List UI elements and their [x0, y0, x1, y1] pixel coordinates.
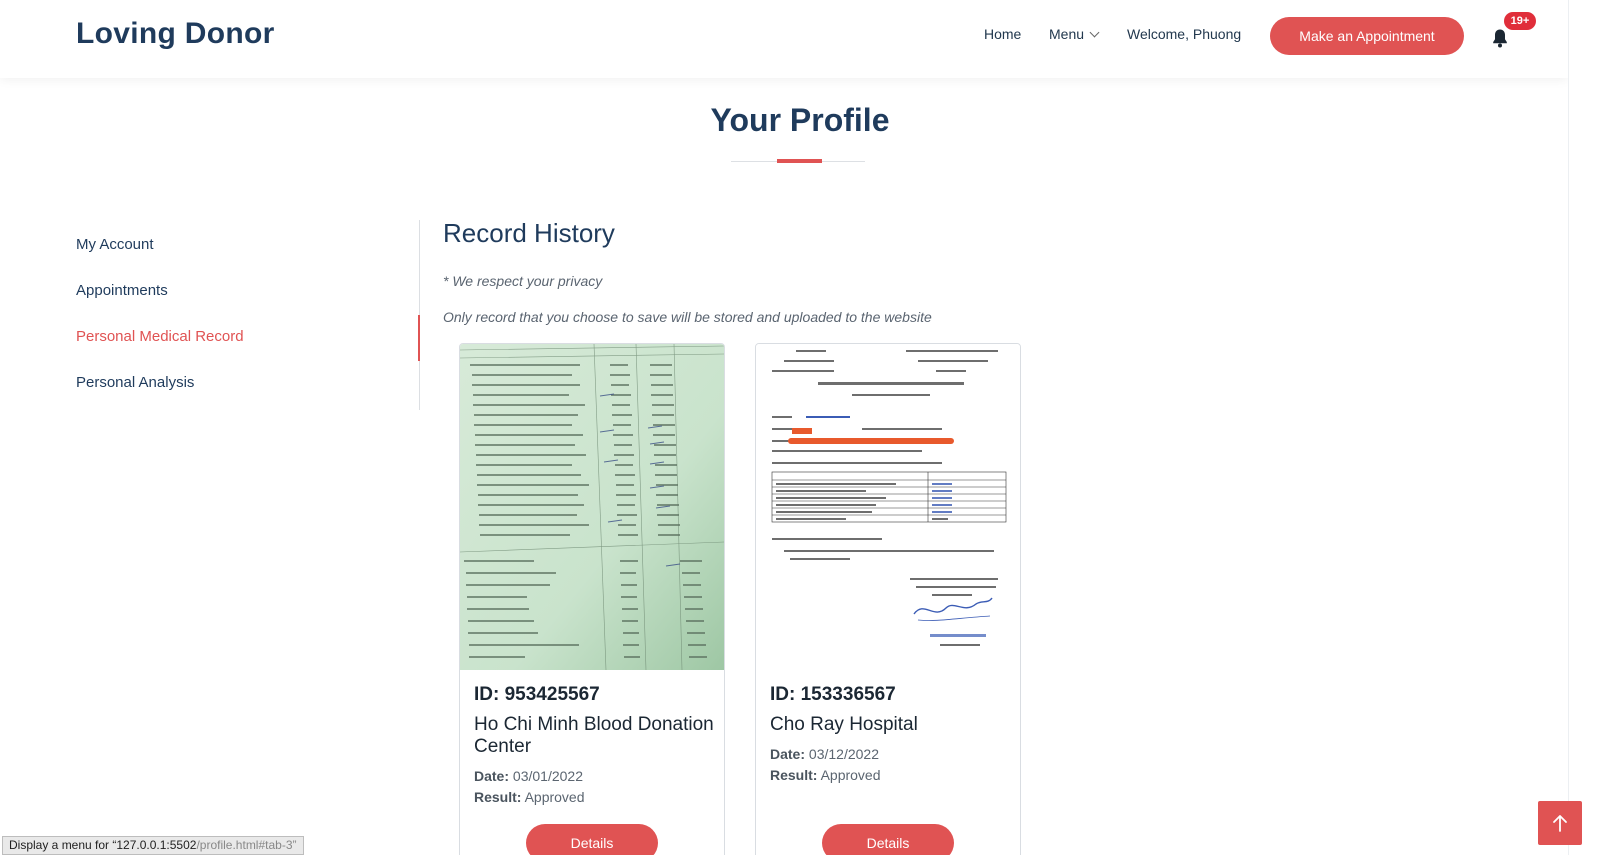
make-appointment-button[interactable]: Make an Appointment [1270, 17, 1464, 55]
record-result-value: Approved [820, 767, 881, 783]
record-date-label: Date: [770, 746, 806, 762]
record-date-value: 03/01/2022 [512, 768, 583, 784]
status-url-host: Display a menu for “127.0.0.1:5502 [9, 838, 197, 852]
sidebar-active-indicator [418, 315, 420, 361]
title-accent-bar [777, 159, 822, 163]
record-id-label: ID: [474, 684, 500, 705]
page-title: Your Profile [710, 102, 890, 138]
record-card: ID: 153336567 Cho Ray Hospital Date: 03/… [755, 343, 1021, 855]
nav-welcome-user[interactable]: Welcome, Phuong [1127, 26, 1241, 42]
status-url-path: /profile.html#tab-3” [196, 838, 297, 852]
sidebar-item-personal-medical-record[interactable]: Personal Medical Record [76, 328, 244, 345]
section-title: Record History [443, 218, 615, 248]
sidebar-item-my-account[interactable]: My Account [76, 236, 154, 253]
sidebar-item-appointments[interactable]: Appointments [76, 282, 168, 299]
page-scrollbar[interactable] [1568, 0, 1600, 855]
notification-badge: 19+ [1504, 12, 1536, 30]
record-date: Date: 03/12/2022 [770, 744, 1010, 765]
site-header: Loving Donor Home Menu Welcome, Phuong M… [0, 0, 1568, 78]
record-id-value: 153336567 [800, 684, 896, 705]
arrow-up-icon [1553, 815, 1567, 832]
record-result-value: Approved [524, 789, 585, 805]
browser-status-bar: Display a menu for “127.0.0.1:5502/profi… [2, 836, 304, 855]
medical-record-photo[interactable] [756, 344, 1020, 670]
privacy-detail: Only record that you choose to save will… [443, 309, 932, 325]
record-card-body: ID: 953425567 Ho Chi Minh Blood Donation… [474, 684, 714, 808]
chevron-down-icon [1089, 27, 1100, 38]
record-result-label: Result: [474, 789, 522, 805]
record-result-label: Result: [770, 767, 818, 783]
record-id: ID: 153336567 [770, 684, 1010, 706]
record-center: Cho Ray Hospital [770, 714, 918, 735]
site-logo[interactable]: Loving Donor [76, 17, 275, 51]
details-button[interactable]: Details [526, 824, 658, 855]
record-id: ID: 953425567 [474, 684, 714, 706]
nav-menu-dropdown[interactable]: Menu [1049, 26, 1100, 42]
nav-home-link[interactable]: Home [984, 26, 1021, 42]
bell-icon[interactable] [1492, 28, 1508, 48]
sidebar-item-personal-analysis[interactable]: Personal Analysis [76, 374, 194, 391]
medical-record-photo[interactable] [460, 344, 724, 670]
details-button[interactable]: Details [822, 824, 954, 855]
record-card-body: ID: 153336567 Cho Ray Hospital Date: 03/… [770, 684, 1010, 786]
record-result: Result: Approved [474, 787, 714, 808]
record-date-value: 03/12/2022 [808, 746, 879, 762]
record-center: Ho Chi Minh Blood Donation Center [474, 714, 714, 757]
record-card: ID: 953425567 Ho Chi Minh Blood Donation… [459, 343, 725, 855]
record-id-label: ID: [770, 684, 796, 705]
privacy-note: * We respect your privacy [443, 273, 603, 289]
record-id-value: 953425567 [504, 684, 600, 705]
record-result: Result: Approved [770, 765, 1010, 786]
back-to-top-button[interactable] [1538, 801, 1582, 845]
record-date-label: Date: [474, 768, 510, 784]
record-date: Date: 03/01/2022 [474, 766, 714, 787]
nav-menu-label: Menu [1049, 26, 1085, 42]
